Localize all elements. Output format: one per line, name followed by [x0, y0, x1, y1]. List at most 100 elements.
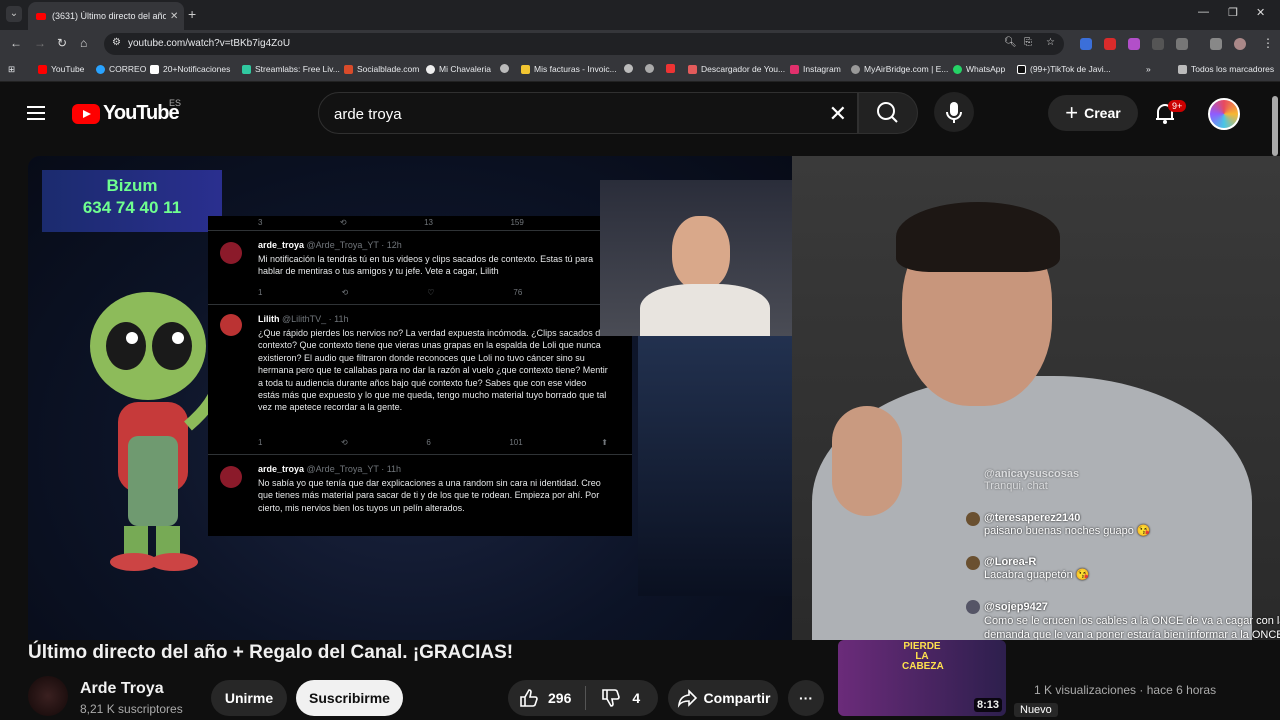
bookmark-item[interactable]: MyAirBridge.com | E... — [851, 64, 948, 74]
extension-icon[interactable] — [1080, 38, 1092, 50]
site-info-icon[interactable]: ⚙ — [112, 37, 121, 48]
tweet-actions: 1 ⟲ 6 101 ⬆ — [258, 438, 608, 447]
minimize-button[interactable]: — — [1198, 6, 1209, 18]
channel-avatar[interactable] — [28, 676, 68, 716]
tweet-avatar — [220, 242, 242, 264]
thumbs-down-icon — [602, 689, 621, 707]
related-video-thumbnail[interactable]: PIERDE LA CABEZA 8:13 — [838, 640, 1006, 716]
youtube-favicon-icon — [36, 12, 46, 20]
create-button[interactable]: + Crear — [1048, 95, 1138, 131]
bookmark-item[interactable]: Mis facturas - Invoic... — [521, 64, 617, 74]
account-avatar[interactable] — [1208, 98, 1240, 130]
tweet-actions: 3⟲13159⬆ — [258, 218, 608, 227]
bookmark-item[interactable]: CORREO — [96, 64, 146, 74]
bookmark-item[interactable]: Socialblade.com — [344, 64, 419, 74]
microphone-icon — [946, 102, 962, 123]
chat-message: @anicaysuscosas Tranqui, chat — [984, 468, 1080, 492]
profile-icon[interactable] — [1234, 38, 1246, 50]
plus-icon: + — [1065, 100, 1079, 125]
home-button[interactable]: ⌂ — [80, 36, 87, 50]
bookmark-star-icon[interactable]: ☆ — [1046, 37, 1055, 48]
video-player[interactable]: Bizum 634 74 40 11 3⟲13159⬆ arde_troya @… — [28, 156, 1280, 640]
menu-kebab-icon[interactable]: ⋮ — [1262, 36, 1274, 50]
youtube-play-icon — [72, 103, 100, 124]
address-toolbar: ← → ↻ ⌂ ⚙ youtube.com/watch?v=tBKb7ig4Zo… — [0, 30, 1280, 58]
bookmark-item[interactable]: (99+)TikTok de Javi... — [1017, 64, 1111, 74]
new-tab-button[interactable]: + — [188, 6, 196, 22]
reload-button[interactable]: ↻ — [57, 36, 67, 50]
bookmark-item[interactable] — [645, 64, 658, 73]
search-input[interactable]: arde troya ✕ — [318, 92, 858, 134]
browser-tab-strip: ⌄ (3631) Último directo del año - ✕ + — … — [0, 0, 1280, 30]
bookmark-item[interactable]: YouTube — [38, 64, 84, 74]
dislike-button[interactable]: 4 — [600, 687, 640, 709]
tweet: Lilith @LilithTV_ · 11h ¿Que rápido pier… — [258, 314, 608, 413]
omnibox[interactable]: ⚙ youtube.com/watch?v=tBKb7ig4ZoU 🔍︎ ⎘ ☆ — [104, 33, 1064, 55]
tweet: arde_troya @Arde_Troya_YT · 12h Mi notif… — [258, 240, 594, 276]
share-button[interactable]: Compartir — [668, 680, 778, 716]
extensions-puzzle-icon[interactable] — [1176, 38, 1188, 50]
chat-message: @Lorea-R Lacabra guapetón 😘 — [966, 556, 1280, 581]
bizum-banner: Bizum 634 74 40 11 — [42, 170, 222, 232]
tweet-avatar — [220, 314, 242, 336]
like-dislike-group: 296 4 — [508, 680, 658, 716]
bookmarks-bar: ⊞ YouTube CORREO 20+Notificaciones Strea… — [0, 58, 1280, 82]
url-text[interactable]: youtube.com/watch?v=tBKb7ig4ZoU — [128, 38, 290, 49]
back-button[interactable]: ← — [10, 36, 22, 50]
tweet-avatar — [220, 466, 242, 488]
divider — [585, 686, 587, 710]
tweet-actions: 1⟲♡76⬆ — [258, 288, 608, 297]
browser-tab-active[interactable]: (3631) Último directo del año - ✕ — [28, 2, 184, 30]
bookmark-item[interactable]: Streamlabs: Free Liv... — [242, 64, 340, 74]
search-button[interactable] — [858, 92, 918, 134]
voice-search-button[interactable] — [934, 92, 974, 132]
thumbnail-text: PIERDE LA CABEZA — [902, 641, 944, 672]
clear-search-icon[interactable]: ✕ — [829, 101, 847, 127]
forward-button[interactable]: → — [34, 36, 46, 50]
subscriber-count: 8,21 K suscriptores — [80, 702, 183, 716]
video-title: Último directo del año + Regalo del Cana… — [28, 642, 514, 663]
more-actions-icon[interactable]: ··· — [788, 680, 824, 716]
chat-message: @sojep9427 Como se le crucen los cables a… — [966, 600, 1280, 640]
bookmark-item[interactable] — [624, 64, 637, 73]
bookmark-item[interactable]: Instagram — [790, 64, 841, 74]
extension-icon[interactable] — [1128, 38, 1140, 50]
join-button[interactable]: Unirme — [211, 680, 287, 716]
bookmark-item[interactable] — [666, 64, 679, 73]
extension-icon[interactable] — [1104, 38, 1116, 50]
menu-icon[interactable] — [27, 106, 45, 120]
search-query[interactable]: arde troya — [334, 106, 402, 123]
youtube-logo[interactable]: YouTube — [72, 102, 180, 125]
logo-text: YouTube — [103, 102, 180, 124]
channel-name[interactable]: Arde Troya — [80, 680, 164, 698]
guest-webcam — [600, 180, 792, 336]
bookmark-item[interactable]: Descargador de You... — [688, 64, 785, 74]
close-tab-icon[interactable]: ✕ — [170, 11, 184, 22]
cast-icon[interactable]: ⎘ — [1024, 37, 1032, 48]
new-badge: Nuevo — [1014, 703, 1058, 717]
reading-list-icon[interactable] — [1210, 38, 1222, 50]
like-button[interactable]: 296 — [518, 687, 571, 709]
tab-title: (3631) Último directo del año - — [52, 11, 166, 21]
zoom-icon[interactable]: 🔍︎ — [1004, 37, 1017, 48]
bookmark-item[interactable]: 20+Notificaciones — [150, 64, 230, 74]
bookmark-item[interactable] — [500, 64, 513, 73]
all-bookmarks-folder[interactable]: Todos los marcadores — [1178, 64, 1274, 74]
notification-badge: 9+ — [1168, 100, 1187, 112]
bookmark-item[interactable]: WhatsApp — [953, 64, 1005, 74]
video-duration: 8:13 — [973, 698, 1002, 712]
restore-button[interactable]: ❐ — [1228, 6, 1238, 19]
twitter-thread-screenshot: 3⟲13159⬆ arde_troya @Arde_Troya_YT · 12h… — [208, 216, 632, 536]
chat-avatar — [966, 512, 980, 526]
tab-search-dropdown[interactable]: ⌄ — [6, 6, 22, 22]
share-icon — [677, 689, 697, 708]
bookmark-item[interactable]: Mi Chavaleria — [426, 64, 491, 74]
scrollbar[interactable] — [1272, 96, 1278, 156]
close-window-button[interactable]: ✕ — [1256, 6, 1265, 19]
more-bookmarks-icon[interactable]: » — [1146, 64, 1151, 74]
apps-grid-icon[interactable]: ⊞ — [8, 64, 15, 75]
region-code: ES — [169, 98, 182, 108]
extension-icon[interactable] — [1152, 38, 1164, 50]
subscribe-button[interactable]: Suscribirme — [296, 680, 403, 716]
thumbs-up-icon — [520, 689, 538, 707]
